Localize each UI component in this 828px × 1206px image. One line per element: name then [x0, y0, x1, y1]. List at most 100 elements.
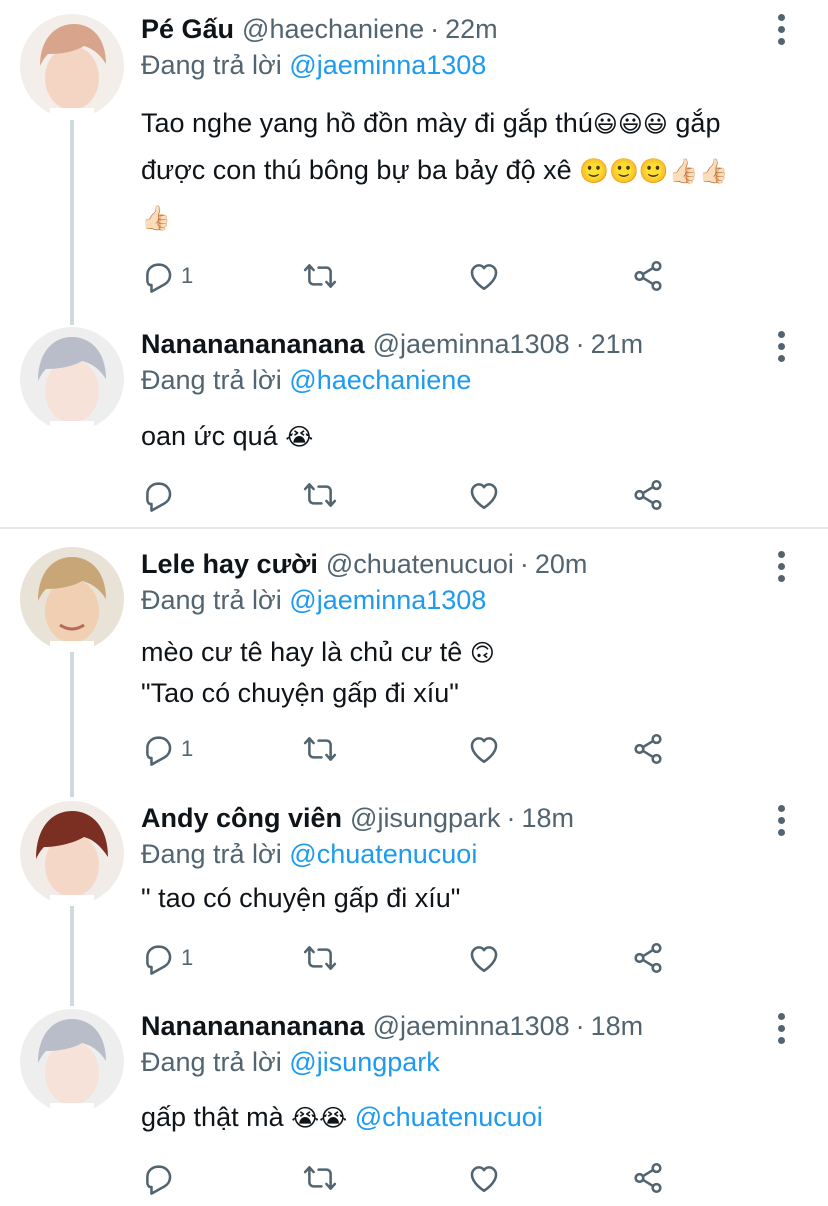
reply-button[interactable]	[141, 475, 181, 515]
share-icon	[631, 478, 665, 512]
avatar[interactable]	[20, 327, 124, 431]
replying-label: Đang trả lời	[141, 365, 282, 395]
text-segment: Tao nghe yang hồ đồn mày đi gắp thú	[141, 108, 593, 138]
display-name[interactable]: Nanananananana	[141, 329, 365, 359]
retweet-icon	[303, 259, 337, 293]
user-handle[interactable]: @jaeminna1308	[373, 1011, 570, 1041]
more-icon[interactable]	[774, 551, 788, 591]
tweet-actions	[141, 1158, 681, 1198]
tweet[interactable]: Nanananananana @jaeminna1308 · 21m Đang trả…	[0, 325, 828, 525]
tweet[interactable]: Nanananananana @jaeminna1308 · 18m Đang trả…	[0, 1007, 828, 1206]
reply-count: 1	[181, 945, 194, 970]
retweet-button[interactable]	[303, 938, 337, 978]
reply-button[interactable]: 1	[141, 256, 193, 296]
emoji: 😭	[285, 423, 314, 451]
share-button[interactable]	[631, 256, 665, 296]
text-segment: gấp thật mà	[141, 1102, 292, 1132]
tweet-actions: 1	[141, 938, 681, 978]
thread-divider	[0, 527, 828, 529]
reply-button[interactable]: 1	[141, 938, 193, 978]
tweet[interactable]: Lele hay cười @chuatenucuoi · 20m Đang trả …	[0, 545, 828, 785]
user-handle[interactable]: @haechaniene	[242, 14, 424, 44]
tweet-actions: 1	[141, 729, 681, 769]
replying-mention[interactable]: @jisungpark	[289, 1047, 439, 1077]
replying-mention[interactable]: @jaeminna1308	[289, 585, 486, 615]
reply-icon	[141, 1161, 175, 1195]
more-icon[interactable]	[774, 14, 788, 54]
replying-to: Đang trả lời @jaeminna1308	[141, 48, 486, 82]
share-button[interactable]	[631, 475, 665, 515]
display-name[interactable]: Nanananananana	[141, 1011, 365, 1041]
share-icon	[631, 1161, 665, 1195]
avatar[interactable]	[20, 14, 124, 118]
retweet-button[interactable]	[303, 256, 337, 296]
replying-to: Đang trả lời @jisungpark	[141, 1045, 440, 1079]
like-button[interactable]	[467, 729, 501, 769]
reply-icon	[141, 732, 175, 766]
retweet-icon	[303, 941, 337, 975]
reply-count: 1	[181, 263, 194, 288]
tweet[interactable]: Pé Gấu @haechaniene · 22m Đang trả lời @jae…	[0, 0, 828, 320]
tweet-header: Lele hay cười @chuatenucuoi · 20m	[141, 549, 588, 579]
emoji: 😃😃😃	[592, 110, 668, 138]
timestamp[interactable]: 21m	[591, 329, 644, 359]
tweet-header: Nanananananana @jaeminna1308 · 18m	[141, 1011, 644, 1041]
timestamp[interactable]: 22m	[445, 14, 498, 44]
retweet-button[interactable]	[303, 729, 337, 769]
text-segment: gắp	[667, 108, 721, 138]
emoji: 😭😭	[291, 1104, 348, 1132]
mention-link[interactable]: @chuatenucuoi	[347, 1102, 543, 1132]
share-button[interactable]	[631, 938, 665, 978]
user-handle[interactable]: @jaeminna1308	[373, 329, 570, 359]
avatar[interactable]	[20, 547, 124, 651]
replying-mention[interactable]: @jaeminna1308	[289, 50, 486, 80]
like-button[interactable]	[467, 256, 501, 296]
like-button[interactable]	[467, 475, 501, 515]
retweet-icon	[303, 478, 337, 512]
timestamp[interactable]: 20m	[535, 549, 588, 579]
tweet-text: oan ức quá 😭	[141, 413, 801, 460]
user-handle[interactable]: @chuatenucuoi	[326, 549, 514, 579]
display-name[interactable]: Lele hay cười	[141, 549, 318, 579]
timestamp[interactable]: 18m	[591, 1011, 644, 1041]
display-name[interactable]: Andy công viên	[141, 803, 342, 833]
retweet-button[interactable]	[303, 1158, 337, 1198]
text-segment: được con thú bông bự ba bảy độ xê	[141, 155, 580, 185]
share-icon	[631, 259, 665, 293]
share-button[interactable]	[631, 1158, 665, 1198]
tweet-header: Andy công viên @jisungpark · 18m	[141, 803, 575, 833]
replying-label: Đang trả lời	[141, 1047, 282, 1077]
avatar[interactable]	[20, 1009, 124, 1113]
like-button[interactable]	[467, 938, 501, 978]
retweet-icon	[303, 732, 337, 766]
replying-to: Đang trả lời @haechaniene	[141, 363, 471, 397]
emoji: 👍🏻	[141, 204, 171, 232]
avatar[interactable]	[20, 801, 124, 905]
tweet-text: gấp thật mà 😭😭 @chuatenucuoi	[141, 1094, 801, 1141]
reply-button[interactable]	[141, 1158, 181, 1198]
share-button[interactable]	[631, 729, 665, 769]
tweet[interactable]: Andy công viên @jisungpark · 18m Đang trả l…	[0, 799, 828, 999]
reply-icon	[141, 941, 175, 975]
text-segment: " tao có chuyện gấp đi xíu"	[141, 883, 461, 913]
timestamp[interactable]: 18m	[522, 803, 575, 833]
replying-mention[interactable]: @chuatenucuoi	[289, 839, 477, 869]
user-handle[interactable]: @jisungpark	[350, 803, 500, 833]
replying-label: Đang trả lời	[141, 585, 282, 615]
like-button[interactable]	[467, 1158, 501, 1198]
more-icon[interactable]	[774, 331, 788, 371]
more-icon[interactable]	[774, 1013, 788, 1053]
replying-label: Đang trả lời	[141, 50, 282, 80]
retweet-icon	[303, 1161, 337, 1195]
replying-to: Đang trả lời @jaeminna1308	[141, 583, 486, 617]
tweet-text: mèo cư tê hay là chủ cư tê 🙃 "Tao có chu…	[141, 632, 801, 713]
like-icon	[467, 478, 501, 512]
retweet-button[interactable]	[303, 475, 337, 515]
reply-button[interactable]: 1	[141, 729, 193, 769]
reply-icon	[141, 478, 175, 512]
display-name[interactable]: Pé Gấu	[141, 14, 234, 44]
share-icon	[631, 732, 665, 766]
replying-mention[interactable]: @haechaniene	[289, 365, 471, 395]
more-icon[interactable]	[774, 805, 788, 845]
text-segment: "Tao có chuyện gấp đi xíu"	[141, 678, 459, 708]
